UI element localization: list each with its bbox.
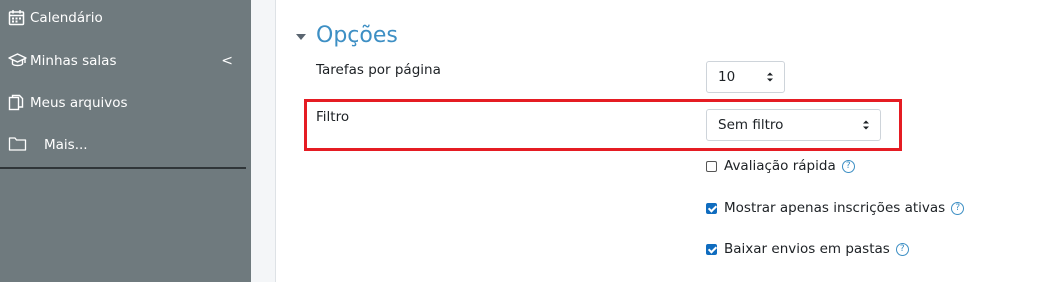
sidebar-item-label: Minhas salas — [30, 53, 117, 69]
active-enrolments-option: Mostrar apenas inscrições ativas ? — [706, 200, 965, 216]
download-in-folders-checkbox[interactable] — [706, 243, 717, 255]
tasks-per-page-select[interactable]: 10 — [706, 61, 785, 93]
help-icon[interactable]: ? — [951, 201, 965, 215]
sidebar-item-more[interactable]: Mais... — [8, 136, 88, 154]
tasks-per-page-value: 10 — [718, 69, 736, 85]
options-section-header[interactable]: Opções — [296, 23, 398, 48]
filter-highlight-box — [304, 99, 902, 151]
sidebar-item-calendar[interactable]: Calendário — [8, 9, 103, 27]
sidebar-item-my-courses[interactable]: Minhas salas — [8, 52, 116, 70]
chevron-left-icon[interactable]: < — [221, 53, 233, 69]
calendar-icon — [8, 9, 28, 27]
sidebar-divider — [0, 167, 246, 169]
files-icon — [8, 94, 28, 112]
help-icon[interactable]: ? — [841, 159, 855, 173]
sidebar-item-label: Meus arquivos — [30, 95, 128, 111]
help-icon[interactable]: ? — [895, 242, 909, 256]
quick-grading-option: Avaliação rápida ? — [706, 158, 855, 174]
download-in-folders-label[interactable]: Baixar envios em pastas — [724, 241, 890, 257]
download-in-folders-option: Baixar envios em pastas ? — [706, 241, 909, 257]
section-title: Opções — [316, 23, 398, 48]
quick-grading-checkbox[interactable] — [706, 160, 717, 172]
sidebar-item-label: Mais... — [44, 137, 88, 153]
content-gutter — [251, 0, 276, 282]
graduation-cap-icon — [8, 52, 28, 70]
active-enrolments-label[interactable]: Mostrar apenas inscrições ativas — [724, 200, 945, 216]
sidebar: Calendário Minhas salas < Meus arquivos … — [0, 0, 251, 282]
sidebar-item-my-files[interactable]: Meus arquivos — [8, 94, 128, 112]
select-arrows-icon — [767, 72, 773, 82]
active-enrolments-checkbox[interactable] — [706, 202, 717, 214]
quick-grading-label[interactable]: Avaliação rápida — [724, 158, 836, 174]
caret-down-icon[interactable] — [296, 33, 306, 40]
sidebar-item-label: Calendário — [30, 10, 103, 26]
folder-icon — [8, 136, 28, 154]
tasks-per-page-label: Tarefas por página — [316, 62, 441, 78]
